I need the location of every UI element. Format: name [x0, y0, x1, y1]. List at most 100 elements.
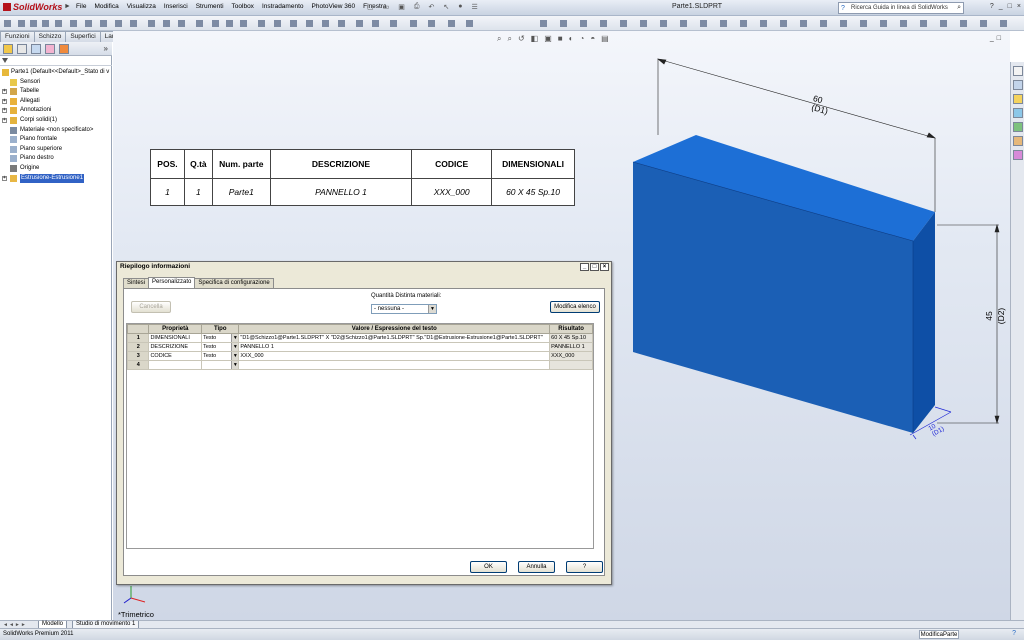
- feature-tree-item[interactable]: + Annotazioni: [0, 106, 112, 116]
- feature-tree-item[interactable]: Piano frontale: [0, 135, 112, 145]
- menu-modifica[interactable]: Modifica: [94, 3, 118, 10]
- delete-button[interactable]: Cancella: [131, 301, 171, 313]
- tab-superfici[interactable]: Superfici: [65, 31, 101, 42]
- rebuild-icon[interactable]: ●: [458, 3, 462, 11]
- design-library-icon[interactable]: [1013, 80, 1023, 90]
- menu-pin-icon[interactable]: ►: [64, 3, 71, 10]
- app-logo[interactable]: SolidWorks: [3, 2, 62, 14]
- menu-instradamento[interactable]: Instradamento: [262, 3, 304, 10]
- help-icon[interactable]: ?: [990, 3, 994, 10]
- expand-panel-icon[interactable]: »: [104, 44, 108, 53]
- property-manager-tab-icon[interactable]: [17, 44, 27, 54]
- tab-funzioni[interactable]: Funzioni: [0, 31, 35, 42]
- feature-tree-item[interactable]: + Estrusione-Estrusione1: [0, 173, 112, 184]
- configuration-manager-tab-icon[interactable]: [31, 44, 41, 54]
- dimxpert-manager-tab-icon[interactable]: [45, 44, 55, 54]
- property-type-cell[interactable]: Testo ▼: [201, 351, 240, 361]
- feature-tree-item[interactable]: Sensori: [0, 78, 112, 88]
- solidworks-resources-icon[interactable]: [1013, 66, 1023, 76]
- feature-tree-item[interactable]: + Corpi solidi(1): [0, 116, 112, 126]
- help-search-input[interactable]: ? Ricerca Guida in linea di SolidWorks ⌕: [838, 2, 964, 14]
- feature-tree-tab-icon[interactable]: [3, 44, 13, 54]
- search-icon[interactable]: ⌕: [957, 3, 961, 13]
- options-icon[interactable]: ☰: [471, 3, 477, 11]
- property-value-cell[interactable]: [238, 360, 551, 370]
- grid-row[interactable]: 3 CODICE Testo ▼ XXX_000 XXX_000: [126, 351, 593, 361]
- feature-tree-item[interactable]: Origine: [0, 164, 112, 174]
- menu-photoview-360[interactable]: PhotoView 360: [312, 3, 356, 10]
- chevron-down-icon[interactable]: ▼: [231, 343, 238, 351]
- view-settings-icon[interactable]: ▤: [601, 34, 609, 44]
- status-help-icon[interactable]: ?: [1012, 630, 1016, 637]
- edit-appearance-icon[interactable]: ◔: [579, 34, 584, 44]
- feature-tree-item[interactable]: Materiale <non specificato>: [0, 126, 112, 136]
- feature-tree-filter[interactable]: [0, 57, 112, 66]
- property-type-cell[interactable]: ▼: [201, 360, 240, 370]
- chevron-down-icon[interactable]: ▼: [428, 305, 436, 313]
- dialog-tab-sintesi[interactable]: Sintesi: [123, 278, 150, 288]
- maximize-button[interactable]: □: [1008, 3, 1012, 10]
- grid-row[interactable]: 4 ▼: [126, 360, 593, 370]
- property-name-cell[interactable]: CODICE: [148, 351, 203, 361]
- bom-table[interactable]: POS. Q.tà Num. parte DESCRIZIONE CODICE DIMEN…: [150, 149, 575, 206]
- bom-quantity-select[interactable]: - nessuna - ▼: [371, 304, 437, 314]
- expand-icon[interactable]: +: [2, 175, 7, 181]
- property-value-cell[interactable]: XXX_000: [238, 351, 551, 361]
- view-orientation-icon[interactable]: ▣: [544, 34, 552, 44]
- select-icon[interactable]: ↖: [443, 3, 449, 11]
- section-view-icon[interactable]: ◧: [531, 34, 539, 44]
- feature-tree-item[interactable]: Piano superiore: [0, 145, 112, 155]
- expand-icon[interactable]: +: [2, 108, 7, 114]
- bom-row[interactable]: 1 1 Parte1 PANNELLO 1 XXX_000 60 X 45 Sp.10: [150, 178, 575, 206]
- view-palette-icon[interactable]: [1013, 122, 1023, 132]
- property-name-cell[interactable]: DESCRIZIONE: [148, 342, 203, 352]
- grid-row[interactable]: 1 DIMENSIONALI Testo ▼ "D1@Schizzo1@Parte1.S…: [126, 333, 593, 343]
- feature-tree-item[interactable]: + Allegati: [0, 97, 112, 107]
- undo-icon[interactable]: ↶: [428, 3, 434, 11]
- expand-icon[interactable]: +: [2, 98, 7, 104]
- property-type-cell[interactable]: Testo ▼: [201, 333, 240, 343]
- property-name-cell[interactable]: DIMENSIONALI: [148, 333, 203, 343]
- open-icon[interactable]: ▭: [383, 3, 390, 11]
- ok-button[interactable]: OK: [470, 561, 507, 573]
- tab-schizzo[interactable]: Schizzo: [33, 31, 67, 42]
- zoom-to-fit-icon[interactable]: ⌕: [497, 34, 501, 44]
- feature-tree-root[interactable]: Parte1 (Default<<Default>_Stato di v: [0, 68, 112, 78]
- feature-tree-item[interactable]: Piano destro: [0, 154, 112, 164]
- dialog-minimize-button[interactable]: _: [580, 263, 589, 271]
- dialog-tab-personalizzato[interactable]: Personalizzato: [148, 277, 196, 288]
- dialog-help-button[interactable]: ?: [566, 561, 603, 573]
- expand-icon[interactable]: +: [2, 117, 7, 123]
- custom-properties-icon[interactable]: [1013, 150, 1023, 160]
- appearances-icon[interactable]: [1013, 136, 1023, 146]
- search-results-icon[interactable]: [1013, 108, 1023, 118]
- grid-row[interactable]: 2 DESCRIZIONE Testo ▼ PANNELLO 1 PANNELLO 1: [126, 342, 593, 352]
- menu-inserisci[interactable]: Inserisci: [164, 3, 188, 10]
- apply-scene-icon[interactable]: ◓: [590, 34, 595, 44]
- previous-view-icon[interactable]: ↺: [518, 34, 525, 44]
- save-icon[interactable]: ▣: [398, 3, 405, 11]
- menu-visualizza[interactable]: Visualizza: [127, 3, 156, 10]
- file-explorer-icon[interactable]: [1013, 94, 1023, 104]
- chevron-down-icon[interactable]: ▼: [231, 334, 238, 342]
- chevron-down-icon[interactable]: ▼: [231, 361, 238, 369]
- new-document-icon[interactable]: ▢: [367, 3, 374, 11]
- hide-show-icon[interactable]: ◐: [569, 34, 574, 44]
- property-type-cell[interactable]: Testo ▼: [201, 342, 240, 352]
- property-value-cell[interactable]: "D1@Schizzo1@Parte1.SLDPRT" X "D2@Schizz…: [238, 333, 551, 343]
- property-value-cell[interactable]: PANNELLO 1: [238, 342, 551, 352]
- menu-strumenti[interactable]: Strumenti: [196, 3, 224, 10]
- minimize-button[interactable]: _: [999, 3, 1003, 10]
- feature-tree-item[interactable]: + Tabelle: [0, 87, 112, 97]
- display-style-icon[interactable]: ■: [558, 34, 563, 44]
- edit-list-button[interactable]: Modifica elenco: [550, 301, 600, 313]
- display-manager-tab-icon[interactable]: [59, 44, 69, 54]
- property-name-cell[interactable]: [148, 360, 203, 370]
- menu-file[interactable]: File: [76, 3, 86, 10]
- print-icon[interactable]: ⎙: [414, 3, 420, 11]
- close-button[interactable]: ×: [1017, 3, 1021, 10]
- dialog-close-button[interactable]: ×: [600, 263, 609, 271]
- cancel-button[interactable]: Annulla: [518, 561, 555, 573]
- zoom-to-area-icon[interactable]: ⌕: [507, 34, 511, 44]
- expand-icon[interactable]: +: [2, 89, 7, 95]
